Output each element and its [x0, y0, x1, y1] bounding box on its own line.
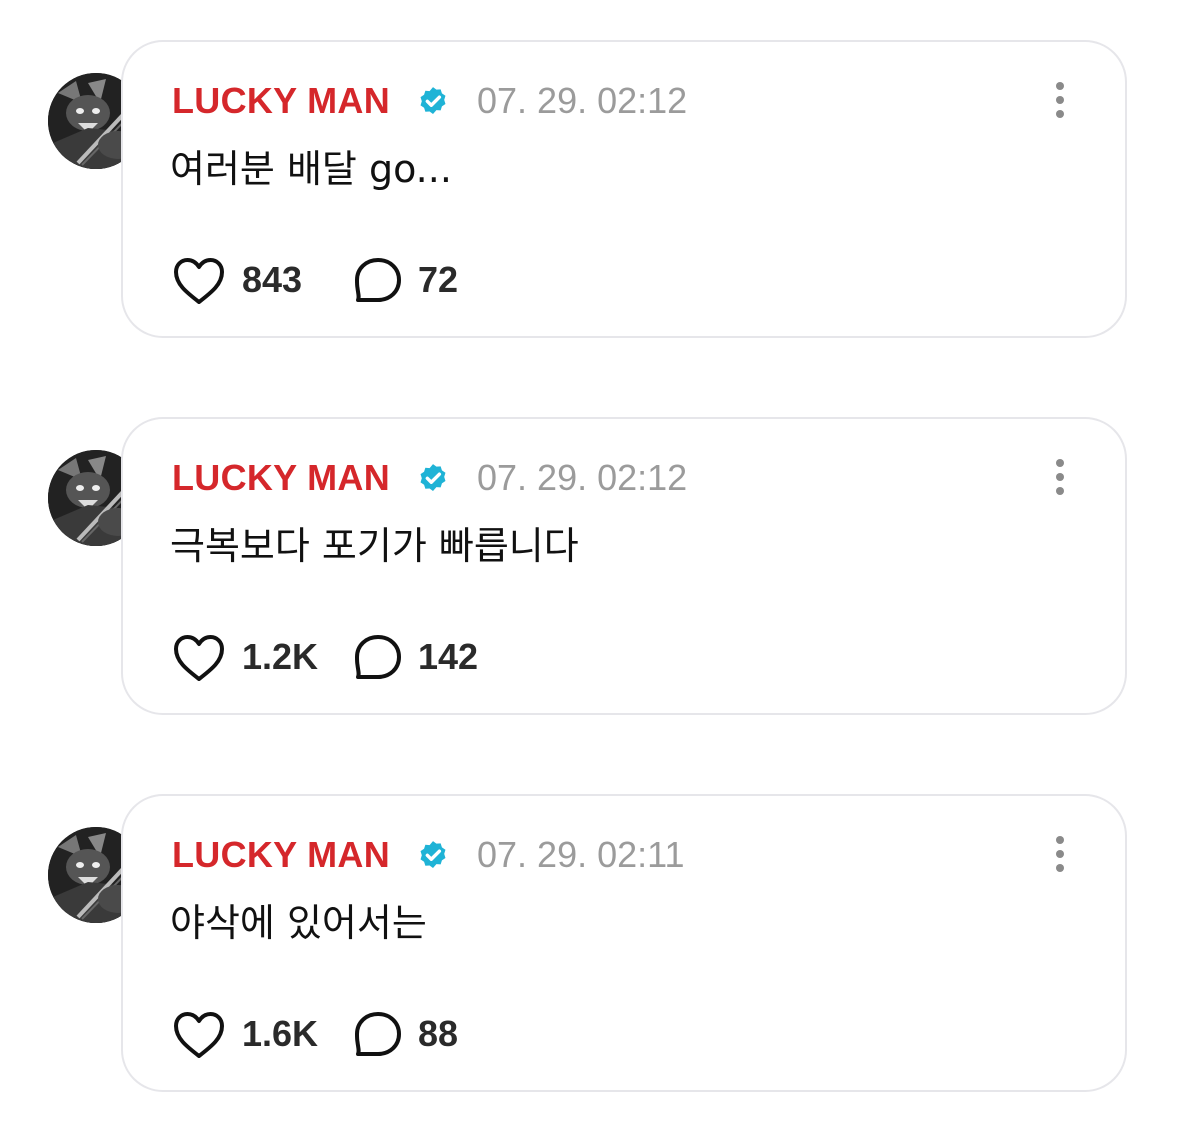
heart-icon[interactable]: [172, 1010, 226, 1060]
reply-count: 72: [418, 259, 459, 300]
reply-count: 142: [418, 636, 479, 677]
speech-bubble-icon[interactable]: [352, 1010, 404, 1060]
speech-bubble-icon[interactable]: [352, 256, 404, 306]
post-body[interactable]: LUCKY MAN 07. 29. 02:11 야삭에 있어서는 1.6K 88: [121, 794, 1127, 1092]
post-timestamp: 07. 29. 02:11: [477, 834, 685, 875]
heart-icon[interactable]: [172, 256, 226, 306]
author-name[interactable]: LUCKY MAN: [172, 457, 390, 499]
post-text: 여러분 배달 go...: [170, 147, 452, 191]
like-count: 1.2K: [242, 636, 319, 677]
post-body[interactable]: LUCKY MAN 07. 29. 02:12 극복보다 포기가 빠릅니다 1.…: [121, 417, 1127, 715]
post-card[interactable]: LUCKY MAN 07. 29. 02:11 야삭에 있어서는 1.6K 88: [0, 794, 1178, 1104]
post-timestamp: 07. 29. 02:12: [477, 80, 688, 121]
more-vertical-icon[interactable]: [1045, 457, 1075, 497]
post-body[interactable]: LUCKY MAN 07. 29. 02:12 여러분 배달 go... 843…: [121, 40, 1127, 338]
post-timestamp: 07. 29. 02:12: [477, 457, 688, 498]
verified-badge-icon: [420, 464, 446, 492]
post-card[interactable]: LUCKY MAN 07. 29. 02:12 극복보다 포기가 빠릅니다 1.…: [0, 417, 1178, 727]
like-count: 1.6K: [242, 1013, 319, 1054]
author-name[interactable]: LUCKY MAN: [172, 834, 390, 876]
reply-count: 88: [418, 1013, 459, 1054]
post-text: 야삭에 있어서는: [170, 901, 427, 945]
verified-badge-icon: [420, 87, 446, 115]
more-vertical-icon[interactable]: [1045, 834, 1075, 874]
heart-icon[interactable]: [172, 633, 226, 683]
post-card[interactable]: LUCKY MAN 07. 29. 02:12 여러분 배달 go... 843…: [0, 40, 1178, 350]
speech-bubble-icon[interactable]: [352, 633, 404, 683]
more-vertical-icon[interactable]: [1045, 80, 1075, 120]
author-name[interactable]: LUCKY MAN: [172, 80, 390, 122]
post-text: 극복보다 포기가 빠릅니다: [170, 524, 579, 568]
like-count: 843: [242, 259, 303, 300]
verified-badge-icon: [420, 841, 446, 869]
